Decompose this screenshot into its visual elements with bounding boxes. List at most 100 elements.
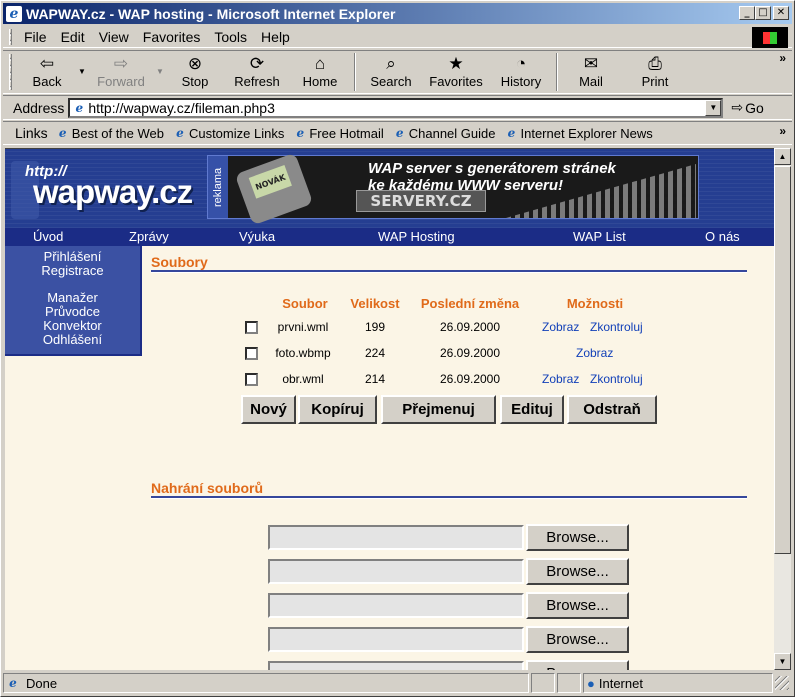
rename-button[interactable]: Přejmenuj	[381, 395, 496, 424]
menu-edit[interactable]: Edit	[54, 29, 92, 45]
address-input[interactable]: e http://wapway.cz/fileman.php3 ▼	[68, 97, 724, 118]
printer-icon: ⎙	[648, 54, 662, 73]
favorites-button[interactable]: ★ Favorites	[422, 51, 490, 93]
link-ie-news[interactable]: e Internet Explorer News	[504, 125, 653, 141]
menu-help[interactable]: Help	[254, 29, 297, 45]
file-path-input[interactable]	[268, 627, 524, 652]
section-rule	[151, 496, 747, 499]
new-button[interactable]: Nový	[241, 395, 296, 424]
view-link[interactable]: Zobraz	[542, 372, 579, 386]
banner-phone-graphic: NOVÁK	[234, 152, 314, 226]
back-label: Back	[32, 74, 62, 89]
sidebar-converter[interactable]: Konvektor	[5, 319, 140, 333]
file-size: 199	[364, 320, 386, 334]
vertical-scrollbar[interactable]: ▲ ▼	[774, 148, 791, 670]
view-link[interactable]: Zobraz	[576, 346, 613, 360]
file-size: 214	[364, 372, 386, 386]
row-checkbox[interactable]	[245, 321, 258, 334]
link-free-hotmail[interactable]: e Free Hotmail	[293, 126, 384, 141]
nav-zpravy[interactable]: Zprávy	[129, 229, 169, 244]
nav-o-nas[interactable]: O nás	[705, 229, 740, 244]
menu-bar: File Edit View Favorites Tools Help	[3, 26, 792, 48]
check-link[interactable]: Zkontroluj	[590, 372, 643, 386]
links-overflow-icon[interactable]: »	[779, 124, 786, 138]
file-path-input[interactable]	[268, 525, 524, 550]
delete-button[interactable]: Odstraň	[567, 395, 657, 424]
link-label: Best of the Web	[71, 125, 164, 141]
row-checkbox[interactable]	[245, 347, 258, 360]
browse-button[interactable]: Browse...	[526, 558, 629, 585]
status-zone: ● Internet	[583, 673, 773, 693]
address-dropdown-icon[interactable]: ▼	[705, 99, 722, 116]
forward-button[interactable]: ⇨ Forward	[88, 51, 154, 93]
sidebar-login[interactable]: Přihlášení	[5, 250, 140, 264]
search-button[interactable]: ⌕ Search	[360, 51, 422, 93]
history-icon: ◔	[515, 54, 527, 73]
file-name: foto.wbmp	[275, 346, 331, 360]
nav-wap-hosting[interactable]: WAP Hosting	[378, 229, 455, 244]
nav-uvod[interactable]: Úvod	[33, 229, 63, 244]
print-button[interactable]: ⎙ Print	[620, 51, 690, 93]
file-size: 224	[364, 346, 386, 360]
file-name: prvni.wml	[277, 320, 329, 334]
sidebar-wizard[interactable]: Průvodce	[5, 305, 140, 319]
sidebar-register[interactable]: Registrace	[5, 264, 140, 278]
links-label: Links	[15, 125, 48, 141]
view-link[interactable]: Zobraz	[542, 320, 579, 334]
row-checkbox[interactable]	[245, 373, 258, 386]
file-path-input[interactable]	[268, 559, 524, 584]
menu-tools[interactable]: Tools	[207, 29, 254, 45]
refresh-button[interactable]: ⟳ Refresh	[224, 51, 290, 93]
nav-wap-list[interactable]: WAP List	[573, 229, 626, 244]
sidebar-manager[interactable]: Manažer	[5, 291, 140, 305]
status-panel	[531, 673, 555, 693]
menu-file[interactable]: File	[17, 29, 54, 45]
copy-button[interactable]: Kopíruj	[298, 395, 377, 424]
link-channel-guide[interactable]: e Channel Guide	[393, 126, 496, 141]
minimize-button[interactable]: _	[739, 6, 755, 20]
scroll-down-icon[interactable]: ▼	[774, 653, 791, 670]
file-date: 26.09.2000	[439, 320, 501, 334]
back-arrow-icon: ⇦	[39, 54, 55, 73]
nav-vyuka[interactable]: Výuka	[239, 229, 275, 244]
history-button[interactable]: ◔ History	[490, 51, 552, 93]
link-label: Customize Links	[188, 125, 285, 141]
maximize-button[interactable]: □	[755, 6, 771, 20]
browse-button[interactable]: Browse...	[526, 660, 629, 670]
menu-favorites[interactable]: Favorites	[136, 29, 208, 45]
link-label: Channel Guide	[408, 125, 496, 141]
edit-button[interactable]: Edituj	[500, 395, 564, 424]
back-button[interactable]: ⇦ Back	[18, 51, 76, 93]
close-button[interactable]: ✕	[773, 6, 789, 20]
file-path-input[interactable]	[268, 661, 524, 670]
toolbar-overflow-icon[interactable]: »	[779, 51, 786, 65]
go-button[interactable]: ⇨ Go	[731, 99, 763, 116]
browse-button[interactable]: Browse...	[526, 592, 629, 619]
link-best-of-web[interactable]: e Best of the Web	[56, 126, 164, 141]
mail-button[interactable]: ✉ Mail	[562, 51, 620, 93]
site-logo[interactable]: wapway.cz	[33, 173, 193, 211]
file-path-input[interactable]	[268, 593, 524, 618]
ad-banner[interactable]: reklama NOVÁK WAP server s generátorem s…	[207, 152, 699, 226]
menu-view[interactable]: View	[92, 29, 136, 45]
check-link[interactable]: Zkontroluj	[590, 320, 643, 334]
resize-grip-icon[interactable]	[775, 676, 789, 690]
upload-section-title: Nahrání souborů	[151, 480, 264, 496]
browse-button[interactable]: Browse...	[526, 626, 629, 653]
home-button[interactable]: ⌂ Home	[290, 51, 350, 93]
back-dropdown[interactable]: ▼	[76, 51, 88, 93]
scroll-up-icon[interactable]: ▲	[774, 148, 791, 165]
mail-icon: ✉	[583, 54, 599, 73]
ie-icon: e	[6, 5, 22, 22]
link-label: Internet Explorer News	[520, 125, 653, 141]
stop-button[interactable]: ⊗ Stop	[166, 51, 224, 93]
scroll-thumb[interactable]	[774, 166, 791, 554]
title-bar: e WAPWAY.cz - WAP hosting - Microsoft In…	[3, 3, 792, 24]
forward-dropdown[interactable]: ▼	[154, 51, 166, 93]
link-customize-links[interactable]: e Customize Links	[173, 126, 284, 141]
print-label: Print	[641, 74, 669, 89]
sidebar-logout[interactable]: Odhlášení	[5, 333, 140, 347]
home-label: Home	[302, 74, 338, 89]
browse-button[interactable]: Browse...	[526, 524, 629, 551]
ie-link-icon: e	[507, 126, 516, 140]
